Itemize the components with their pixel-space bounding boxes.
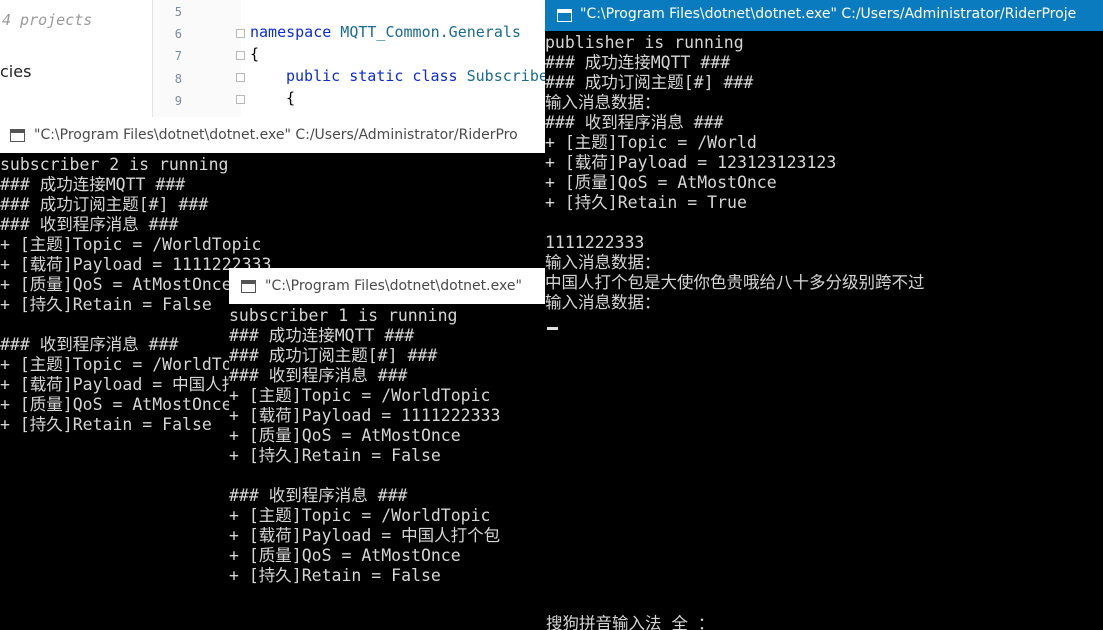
console-app-icon xyxy=(10,129,25,142)
line-number: 6 xyxy=(174,27,182,41)
console-line: 输入消息数据： xyxy=(545,93,661,112)
console-window-publisher[interactable]: "C:\Program Files\dotnet\dotnet.exe" C:/… xyxy=(545,0,1103,630)
console-line: ### 成功订阅主题[#] ### xyxy=(229,346,438,365)
console-line: + [持久]Retain = False xyxy=(229,446,441,465)
console-line: + [持久]Retain = False xyxy=(0,415,212,434)
console-line: + [质量]QoS = AtMostOnce xyxy=(229,546,461,565)
console-line: ### 收到程序消息 ### xyxy=(229,366,408,385)
console-line: ### 成功订阅主题[#] ### xyxy=(545,73,754,92)
console-line: subscriber 2 is running xyxy=(0,155,229,174)
code-brace: { xyxy=(286,89,296,107)
console-line: + [主题]Topic = /World xyxy=(545,133,757,152)
line-number: 9 xyxy=(174,94,182,108)
text-cursor xyxy=(547,327,558,330)
project-tree-item[interactable]: cies xyxy=(0,62,31,81)
console-line: + [主题]Topic = /WorldTopic xyxy=(229,506,491,525)
line-number: 5 xyxy=(174,5,182,19)
console-app-icon xyxy=(557,9,572,22)
console-line: ### 成功连接MQTT ### xyxy=(229,326,415,345)
console-line: + [主题]Topic = /WorldTopic xyxy=(0,235,262,254)
window-titlebar[interactable]: "C:\Program Files\dotnet\dotnet.exe" C:/… xyxy=(0,117,560,153)
code-keyword: public static class xyxy=(286,67,458,85)
console-line: publisher is running xyxy=(545,33,744,52)
console-line: + [质量]QoS = AtMostOnce xyxy=(0,395,232,414)
console-line: + [载荷]Payload = 1111222333 xyxy=(229,406,501,425)
code-line-namespace[interactable]: namespace MQTT_Common.Generals xyxy=(250,23,521,41)
console-output[interactable]: publisher is running ### 成功连接MQTT ### ##… xyxy=(545,33,925,313)
console-line: + [载荷]Payload = 中国人打个包 xyxy=(229,526,501,545)
fold-marker-icon[interactable] xyxy=(236,73,245,82)
console-line: + [质量]QoS = AtMostOnce xyxy=(0,275,232,294)
fold-marker-icon[interactable] xyxy=(236,29,245,38)
console-window-subscriber1[interactable]: "C:\Program Files\dotnet\dotnet.exe" sub… xyxy=(229,268,547,630)
console-line: 输入消息数据： xyxy=(545,253,661,272)
window-title: "C:\Program Files\dotnet\dotnet.exe" C:/… xyxy=(34,127,518,143)
console-line: + [主题]Topic = /WorldTopic xyxy=(229,386,491,405)
console-line: subscriber 1 is running xyxy=(229,306,458,325)
console-line: ### 收到程序消息 ### xyxy=(0,215,179,234)
project-count-label: 4 projects xyxy=(2,11,93,29)
code-identifier: MQTT_Common.Generals xyxy=(331,23,521,41)
console-line: + [质量]QoS = AtMostOnce xyxy=(229,426,461,445)
code-keyword: namespace xyxy=(250,23,332,41)
console-line: ### 成功连接MQTT ### xyxy=(0,175,186,194)
console-line: + [持久]Retain = False xyxy=(0,295,212,314)
window-titlebar[interactable]: "C:\Program Files\dotnet\dotnet.exe" xyxy=(229,268,547,304)
console-line: ### 成功订阅主题[#] ### xyxy=(0,195,209,214)
console-line: ### 收到程序消息 ### xyxy=(0,335,179,354)
console-line: + [主题]Topic = /WorldTopic xyxy=(0,355,262,374)
line-number: 8 xyxy=(174,72,182,86)
code-identifier: Subscribe xyxy=(457,67,548,85)
code-brace: { xyxy=(250,45,260,63)
console-line: ### 收到程序消息 ### xyxy=(229,486,408,505)
console-app-icon xyxy=(241,280,256,293)
console-output[interactable]: subscriber 1 is running ### 成功连接MQTT ###… xyxy=(229,306,500,586)
code-line-class[interactable]: public static class Subscribe xyxy=(286,67,548,85)
line-number: 7 xyxy=(174,49,182,63)
fold-marker-icon[interactable] xyxy=(236,95,245,104)
console-line: + [载荷]Payload = 123123123123 xyxy=(545,153,837,172)
console-line: ### 成功连接MQTT ### xyxy=(545,53,731,72)
window-title: "C:\Program Files\dotnet\dotnet.exe" xyxy=(265,278,522,294)
console-line: + [质量]QoS = AtMostOnce xyxy=(545,173,777,192)
console-line: + [持久]Retain = False xyxy=(229,566,441,585)
window-titlebar-active[interactable]: "C:\Program Files\dotnet\dotnet.exe" C:/… xyxy=(545,0,1103,31)
ime-status-bar[interactable]: 搜狗拼音输入法 全 ： xyxy=(546,610,714,630)
console-line: 1111222333 xyxy=(545,233,645,252)
code-line-brace[interactable]: { xyxy=(250,45,259,63)
console-line: 中国人打个包是大使你色贵哦给八十多分级别跨不过 xyxy=(545,273,925,292)
console-line: 输入消息数据： xyxy=(545,293,661,312)
window-title: "C:\Program Files\dotnet\dotnet.exe" C:/… xyxy=(580,6,1077,22)
console-line: + [持久]Retain = True xyxy=(545,193,747,212)
code-line-brace[interactable]: { xyxy=(286,89,295,107)
fold-marker-icon[interactable] xyxy=(236,51,245,60)
console-line: ### 收到程序消息 ### xyxy=(545,113,724,132)
